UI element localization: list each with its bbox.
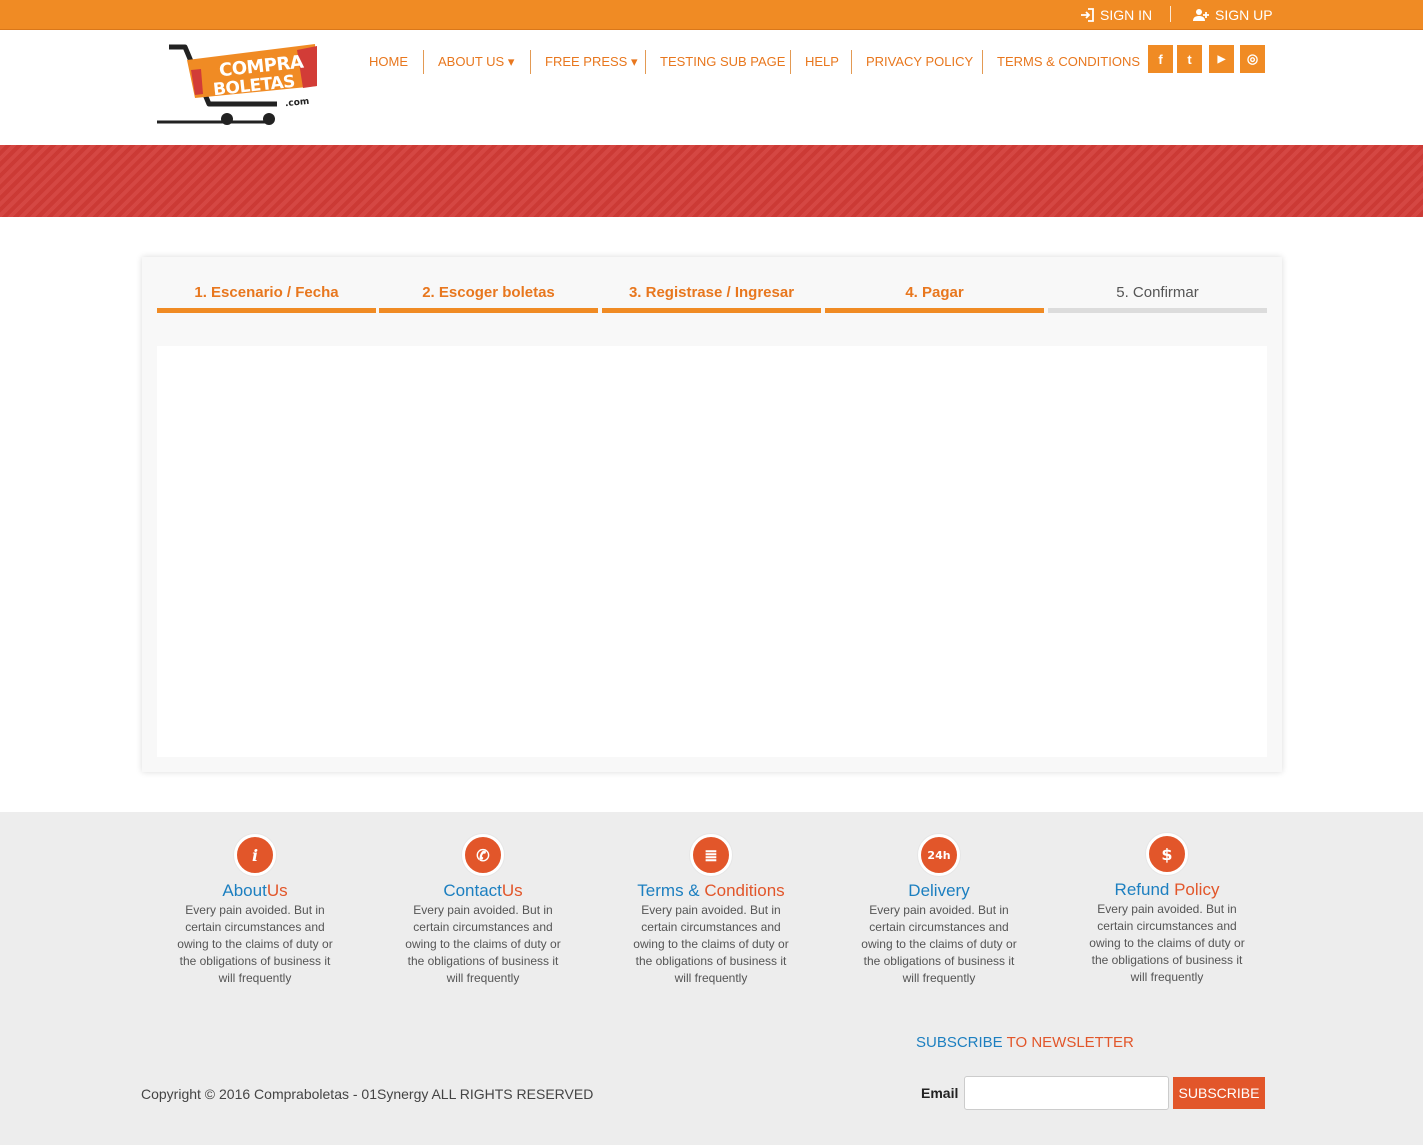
feature-description: Every pain avoided. But in certain circu… — [1089, 902, 1245, 984]
step-label: 5. Confirmar — [1116, 284, 1199, 301]
newsletter-title: SUBSCRIBE TO NEWSLETTER — [916, 1034, 1134, 1051]
nav-divider — [530, 50, 531, 74]
footer-feature-contact-us[interactable]: ✆ ContactUs Every pain avoided. But in c… — [383, 834, 583, 987]
sign-up-link[interactable]: SIGN UP — [1193, 6, 1273, 24]
feature-title: AboutUs — [222, 881, 288, 900]
nav-divider — [982, 50, 983, 74]
footer-feature-terms-conditions[interactable]: ≣ Terms & Conditions Every pain avoided.… — [611, 834, 811, 987]
sign-up-label: SIGN UP — [1215, 7, 1273, 23]
sign-in-label: SIGN IN — [1100, 7, 1153, 23]
facebook-icon[interactable]: f — [1148, 45, 1173, 73]
sign-in-icon — [1081, 8, 1094, 22]
topbar-divider — [1170, 6, 1171, 22]
step-progress-bar — [825, 308, 1044, 313]
feature-description: Every pain avoided. But in certain circu… — [633, 903, 789, 985]
step-escenario-fecha[interactable]: 1. Escenario / Fecha — [157, 257, 376, 314]
instagram-icon[interactable]: ◎ — [1240, 45, 1265, 73]
nav-divider — [423, 50, 424, 74]
phone-icon: ✆ — [462, 834, 504, 876]
copyright-text: Copyright © 2016 Compraboletas - 01Syner… — [141, 1086, 594, 1102]
checkout-card: 1. Escenario / Fecha 2. Escoger boletas … — [142, 257, 1282, 772]
nav-terms-conditions[interactable]: TERMS & CONDITIONS — [997, 54, 1140, 70]
step-pagar[interactable]: 4. Pagar — [825, 257, 1044, 314]
feature-title: ContactUs — [443, 881, 523, 900]
step-content-area — [157, 346, 1267, 757]
nav-privacy-policy[interactable]: PRIVACY POLICY — [866, 54, 973, 70]
step-label: 3. Registrase / Ingresar — [628, 284, 795, 301]
dollar-icon: $ — [1146, 833, 1188, 875]
newsletter-email-input[interactable] — [964, 1076, 1169, 1110]
site-footer: i AboutUs Every pain avoided. But in cer… — [0, 812, 1423, 1145]
info-icon: i — [234, 834, 276, 876]
step-progress-bar — [157, 308, 376, 313]
nav-divider — [645, 50, 646, 74]
feature-title: Refund Policy — [1114, 880, 1220, 899]
step-registrase-ingresar[interactable]: 3. Registrase / Ingresar — [602, 257, 821, 314]
nav-about-us[interactable]: ABOUT US ▾ — [438, 54, 514, 70]
site-header: COMPRA BOLETAS .com HOME ABOUT US ▾ FREE… — [0, 30, 1423, 145]
nav-help[interactable]: HELP — [805, 54, 839, 70]
footer-feature-delivery[interactable]: 24h Delivery Every pain avoided. But in … — [839, 834, 1039, 987]
step-progress-bar — [602, 308, 821, 313]
twitter-icon[interactable]: t — [1177, 45, 1202, 73]
youtube-icon[interactable]: ▶ — [1209, 45, 1234, 73]
subscribe-button[interactable]: SUBSCRIBE — [1173, 1077, 1265, 1109]
step-confirmar[interactable]: 5. Confirmar — [1048, 257, 1267, 314]
feature-description: Every pain avoided. But in certain circu… — [861, 903, 1017, 985]
step-label: 2. Escoger boletas — [422, 284, 555, 301]
feature-title: Delivery — [908, 881, 970, 900]
top-bar: SIGN IN SIGN UP — [0, 0, 1423, 30]
nav-divider — [790, 50, 791, 74]
logo[interactable]: COMPRA BOLETAS .com — [157, 42, 319, 128]
step-label: 1. Escenario / Fecha — [194, 284, 339, 301]
nav-testing-sub-page[interactable]: TESTING SUB PAGE — [660, 54, 785, 70]
page-banner — [0, 145, 1423, 217]
delivery-truck-icon: 24h — [918, 834, 960, 876]
nav-free-press[interactable]: FREE PRESS ▾ — [545, 54, 638, 70]
footer-feature-about-us[interactable]: i AboutUs Every pain avoided. But in cer… — [155, 834, 355, 987]
step-label: 4. Pagar — [905, 284, 964, 301]
nav-divider — [851, 50, 852, 74]
footer-feature-refund-policy[interactable]: $ Refund Policy Every pain avoided. But … — [1067, 833, 1267, 986]
document-icon: ≣ — [690, 834, 732, 876]
feature-description: Every pain avoided. But in certain circu… — [177, 903, 333, 985]
feature-title: Terms & Conditions — [637, 881, 785, 900]
nav-home[interactable]: HOME — [369, 54, 408, 70]
email-label: Email — [921, 1085, 959, 1101]
add-user-icon — [1193, 9, 1209, 21]
step-progress-bar — [1048, 308, 1267, 313]
feature-description: Every pain avoided. But in certain circu… — [405, 903, 561, 985]
step-escoger-boletas[interactable]: 2. Escoger boletas — [379, 257, 598, 314]
step-progress-bar — [379, 308, 598, 313]
sign-in-link[interactable]: SIGN IN — [1080, 6, 1152, 24]
